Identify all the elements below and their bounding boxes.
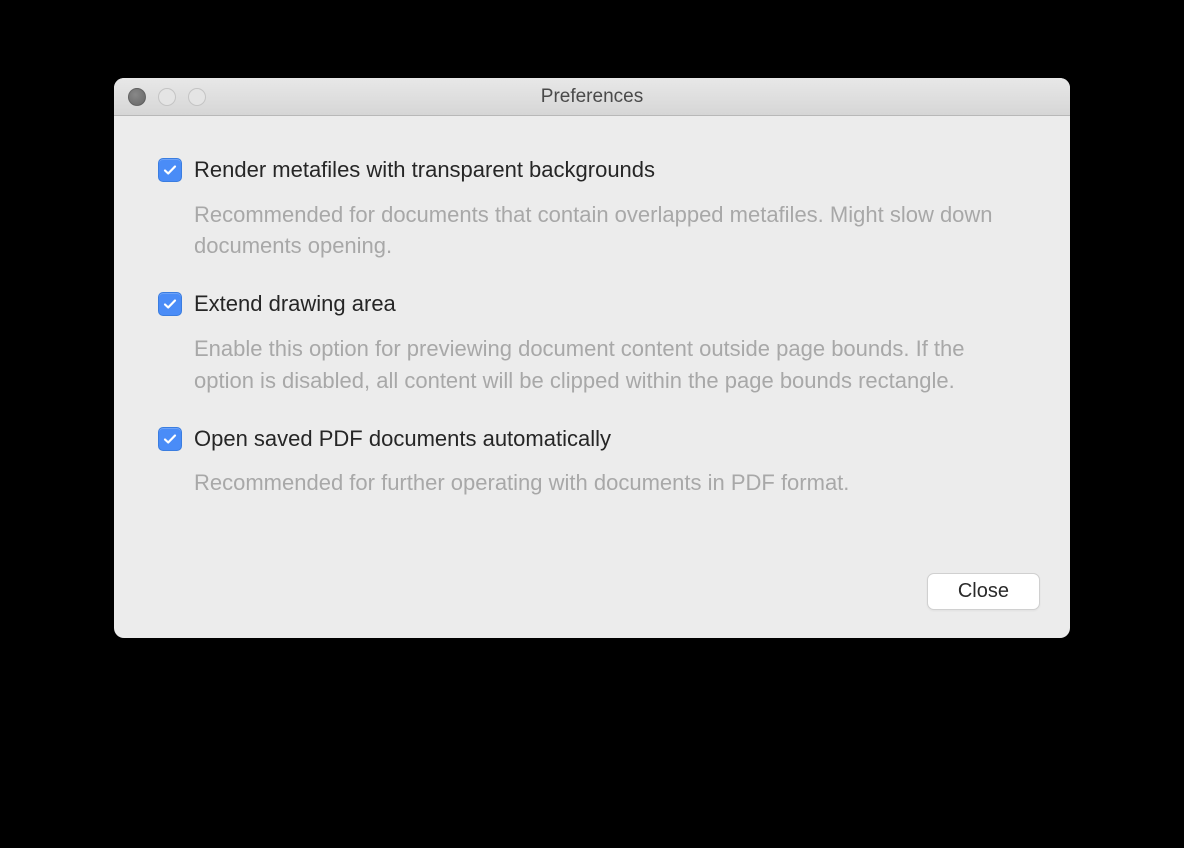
option-open-pdf-auto: Open saved PDF documents automatically R… <box>158 425 1026 499</box>
option-label: Open saved PDF documents automatically <box>194 425 1026 454</box>
titlebar: Preferences <box>114 78 1070 116</box>
checkbox-render-metafiles[interactable] <box>158 158 182 182</box>
check-icon <box>162 162 178 178</box>
option-text: Render metafiles with transparent backgr… <box>194 156 1026 262</box>
check-icon <box>162 431 178 447</box>
option-description: Recommended for further operating with d… <box>194 467 1026 499</box>
checkbox-extend-drawing[interactable] <box>158 292 182 316</box>
option-label: Extend drawing area <box>194 290 1026 319</box>
preferences-window: Preferences Render metafiles with transp… <box>114 78 1070 638</box>
option-description: Enable this option for previewing docume… <box>194 333 1026 397</box>
window-title: Preferences <box>541 86 643 108</box>
window-minimize-button[interactable] <box>158 88 176 106</box>
window-zoom-button[interactable] <box>188 88 206 106</box>
option-render-metafiles: Render metafiles with transparent backgr… <box>158 156 1026 262</box>
traffic-lights <box>128 88 206 106</box>
check-icon <box>162 296 178 312</box>
checkbox-open-pdf-auto[interactable] <box>158 427 182 451</box>
close-button[interactable]: Close <box>927 573 1040 610</box>
option-text: Extend drawing area Enable this option f… <box>194 290 1026 396</box>
dialog-footer: Close <box>114 573 1070 638</box>
option-description: Recommended for documents that contain o… <box>194 199 1026 263</box>
option-extend-drawing: Extend drawing area Enable this option f… <box>158 290 1026 396</box>
option-text: Open saved PDF documents automatically R… <box>194 425 1026 499</box>
preferences-content: Render metafiles with transparent backgr… <box>114 116 1070 573</box>
option-label: Render metafiles with transparent backgr… <box>194 156 1026 185</box>
window-close-button[interactable] <box>128 88 146 106</box>
